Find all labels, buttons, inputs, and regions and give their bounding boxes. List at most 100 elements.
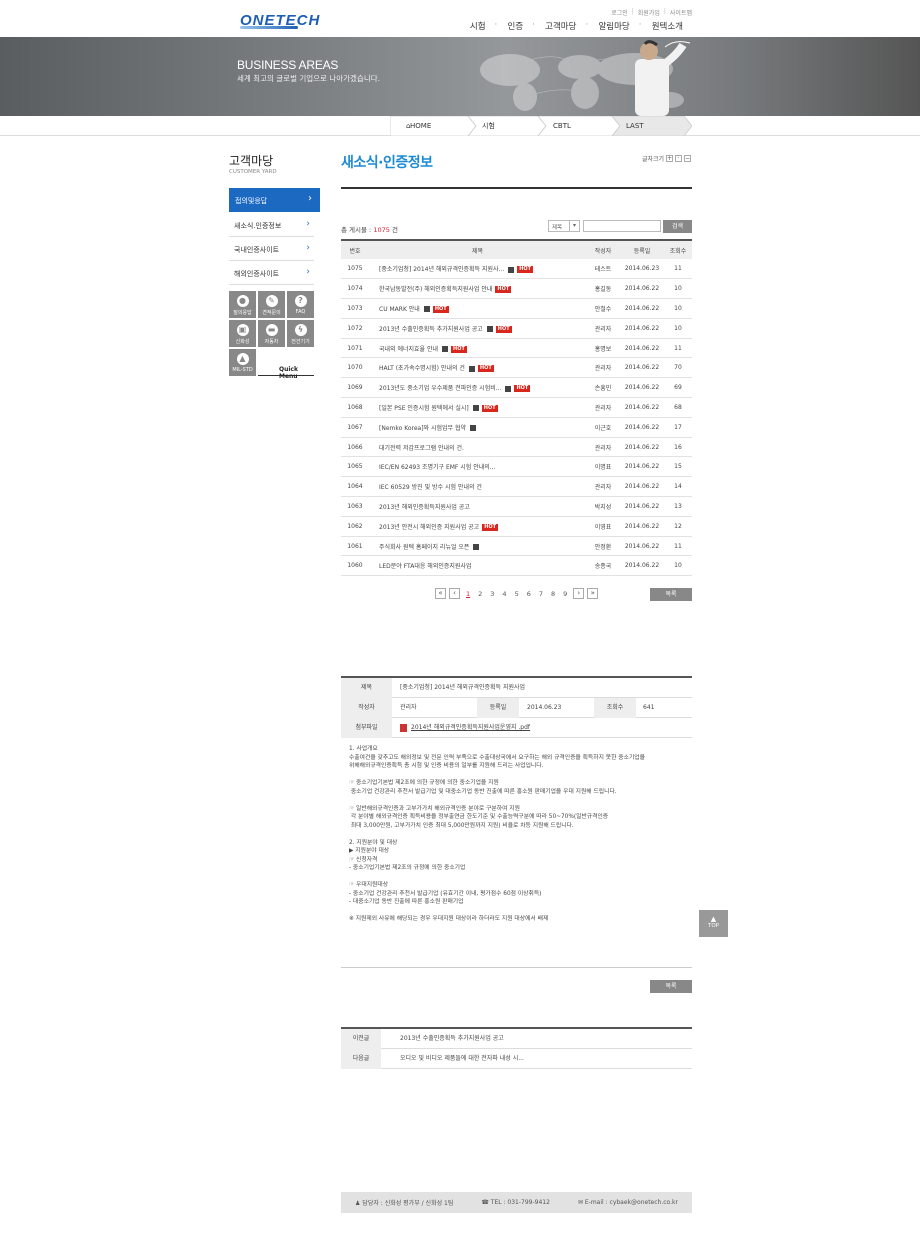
table-row[interactable]: 1068 [일본 PSE 인증시험 원텍에서 실시] HOT 관리자 2014.06.2…: [341, 397, 692, 418]
view-file-row: 첨부파일 2014년 해외규격인증획득지원사업운영지 .pdf: [341, 718, 692, 738]
row-title[interactable]: 2013년 안전시 해외인증 지원사업 공고 HOT: [369, 516, 586, 537]
quick-estimate[interactable]: ✎ 견적문의: [258, 291, 285, 318]
row-views: 68: [664, 397, 692, 418]
join-link[interactable]: 회원가입: [638, 8, 660, 17]
gnb-cert[interactable]: 인증: [495, 20, 535, 32]
row-title[interactable]: IEC 60529 방진 및 방수 시험 안내의 건: [369, 476, 586, 498]
table-row[interactable]: 1066 대기전력 저감프로그램 안내의 건. 관리자 2014.06.22 16: [341, 437, 692, 458]
sitemap-link[interactable]: 사이트맵: [670, 8, 692, 17]
edit-icon: ✎: [265, 295, 278, 307]
row-title[interactable]: 대기전력 저감프로그램 안내의 건.: [369, 437, 586, 458]
row-title[interactable]: [Nemko Korea]와 시험업무 협약: [369, 417, 586, 438]
row-title[interactable]: [중소기업청] 2014년 해외규격인증획득 지원사... HOT: [369, 259, 586, 280]
quick-mil-std[interactable]: ▲ MIL-STD: [229, 349, 256, 376]
font-decrease-button[interactable]: −: [684, 155, 692, 162]
table-row[interactable]: 1071 국내외 에너지효율 안내 HOT 홍명보 2014.06.22 11: [341, 338, 692, 359]
sidebar-item-label: 접의및응답: [235, 197, 268, 205]
first-page-button[interactable]: «: [435, 588, 446, 599]
search-type-select[interactable]: 제목 ▾: [548, 220, 580, 232]
table-row[interactable]: 1061 주식회사 원텍 홈페이지 리뉴얼 오픈 안정환 2014.06.22 11: [341, 536, 692, 557]
breadcrumb-cbtl[interactable]: CBTL: [545, 116, 571, 136]
row-title[interactable]: IEC/EN 62493 조명기구 EMF 시험 안내의...: [369, 456, 586, 478]
page-number[interactable]: 6: [524, 590, 534, 598]
row-title[interactable]: 2013년 해외인증획득지원사업 공고: [369, 496, 586, 517]
page-number[interactable]: 9: [560, 590, 570, 598]
row-title[interactable]: 국내외 에너지효율 안내 HOT: [369, 338, 586, 359]
last-page-button[interactable]: »: [587, 588, 599, 599]
font-reset-button[interactable]: ·: [675, 155, 683, 162]
next-title[interactable]: 오디오 및 비디오 제품들에 대한 전자파 내성 시...: [400, 1049, 524, 1069]
quick-reliability[interactable]: ▣ 신화성: [229, 320, 256, 347]
body-line: 위해해외규격인증획득 총 시험 및 인증 비용의 일부를 지원해 드리는 사업입…: [349, 763, 544, 769]
breadcrumb-test[interactable]: 시험: [474, 116, 495, 136]
hot-badge: HOT: [495, 325, 512, 333]
col-date: 등록일: [620, 239, 664, 259]
body-line: - 대중소기업 동반 진출에 따른 홍소원 판매기업: [349, 899, 464, 905]
page-number[interactable]: 8: [548, 590, 558, 598]
table-row[interactable]: 1060 LED분야 FTA대응 해외인증지원사업 송종국 2014.06.22 10: [341, 555, 692, 577]
table-row[interactable]: 1073 CU MARK 안내 HOT 안철수 2014.06.22 10: [341, 298, 692, 319]
row-title[interactable]: [일본 PSE 인증시험 원텍에서 실시] HOT: [369, 397, 586, 418]
table-row[interactable]: 1065 IEC/EN 62493 조명기구 EMF 시험 안내의... 이명표 20…: [341, 456, 692, 478]
page-number[interactable]: 4: [499, 590, 509, 598]
breadcrumb-last[interactable]: LAST: [618, 116, 644, 136]
file-icon: [472, 405, 479, 412]
table-row[interactable]: 1074 한국남동발전(주) 해외인증획득지원사업 안내 HOT 홍길동 2014.06…: [341, 278, 692, 300]
row-no: 1072: [341, 318, 369, 339]
gnb-customer[interactable]: 고객마당: [532, 20, 587, 32]
table-row[interactable]: 1067 [Nemko Korea]와 시험업무 협약 이근호 2014.06.22 1…: [341, 417, 692, 438]
row-author: 박지성: [586, 496, 620, 517]
table-row[interactable]: 1063 2013년 해외인증획득지원사업 공고 박지성 2014.06.22 13: [341, 496, 692, 517]
row-no: 1071: [341, 338, 369, 359]
search-button[interactable]: 검색: [663, 220, 692, 233]
chat-icon: ●: [236, 295, 249, 307]
scroll-top-button[interactable]: ▲ TOP: [699, 910, 728, 937]
quick-electric[interactable]: ϟ 전건기기: [287, 320, 314, 347]
next-page-button[interactable]: ›: [573, 588, 585, 599]
table-row[interactable]: 1069 2013년도 중소기업 우수제품 전파인증 시험비... HOT 손흥민 20…: [341, 377, 692, 399]
view-body: 1. 사업개요 수출여건을 갖추고도 해외정보 및 전문 인력 부족으로 수출대상…: [349, 745, 687, 924]
sidebar-item-overseas[interactable]: 해외인증사이트 ›: [229, 261, 314, 285]
page-number[interactable]: 7: [536, 590, 546, 598]
view-list-button[interactable]: 목록: [650, 980, 692, 993]
prev-title[interactable]: 2013년 수출인증획득 추가지원사업 공고: [400, 1029, 504, 1049]
view-date-label: 등록일: [477, 698, 519, 718]
attachment-link[interactable]: 2014년 해외규격인증획득지원사업운영지 .pdf: [400, 718, 530, 738]
row-title[interactable]: 한국남동발전(주) 해외인증획득지원사업 안내 HOT: [369, 278, 586, 300]
sidebar-item-news[interactable]: 새소식.인증정보 ›: [229, 213, 314, 237]
row-title[interactable]: HALT (초가속수명시험) 안내의 건 HOT: [369, 357, 586, 379]
page-number[interactable]: 2: [475, 590, 485, 598]
row-title[interactable]: CU MARK 안내 HOT: [369, 298, 586, 319]
breadcrumb-home[interactable]: HOME: [402, 116, 431, 136]
font-increase-button[interactable]: +: [666, 155, 674, 162]
quick-qna[interactable]: ● 질의응답: [229, 291, 256, 318]
row-title[interactable]: 주식회사 원텍 홈페이지 리뉴얼 오픈: [369, 536, 586, 557]
gnb-about[interactable]: 원텍소개: [639, 20, 694, 32]
table-row[interactable]: 1070 HALT (초가속수명시험) 안내의 건 HOT 관리자 2014.06.22…: [341, 357, 692, 379]
quick-faq[interactable]: ? FAQ: [287, 291, 314, 318]
row-title[interactable]: LED분야 FTA대응 해외인증지원사업: [369, 555, 586, 577]
prev-page-button[interactable]: ‹: [449, 588, 460, 599]
gnb-test[interactable]: 시험: [459, 20, 497, 32]
sidebar-item-domestic[interactable]: 국내인증사이트 ›: [229, 237, 314, 261]
login-link[interactable]: 로그인: [611, 8, 628, 17]
pagination: « ‹ 123456789 › »: [435, 588, 599, 599]
list-button[interactable]: 목록: [650, 588, 692, 601]
table-row[interactable]: 1075 [중소기업청] 2014년 해외규격인증획득 지원사... HOT 테스트 2…: [341, 259, 692, 280]
table-row[interactable]: 1062 2013년 안전시 해외인증 지원사업 공고 HOT 이영표 2014.06.…: [341, 516, 692, 537]
page-number[interactable]: 5: [512, 590, 522, 598]
view-meta-row: 작성자 관리자 등록일 2014.06.23 조회수 641: [341, 698, 692, 718]
prev-row[interactable]: 이전글 2013년 수출인증획득 추가지원사업 공고: [341, 1029, 692, 1049]
search-input[interactable]: [583, 220, 661, 232]
row-title[interactable]: 2013년 수출인증획득 추가지원사업 공고 HOT: [369, 318, 586, 339]
next-row[interactable]: 다음글 오디오 및 비디오 제품들에 대한 전자파 내성 시...: [341, 1049, 692, 1069]
table-row[interactable]: 1072 2013년 수출인증획득 추가지원사업 공고 HOT 관리자 2014.06.…: [341, 318, 692, 339]
page-number[interactable]: 1: [463, 590, 473, 598]
table-row[interactable]: 1064 IEC 60529 방진 및 방수 시험 안내의 건 관리자 2014.06…: [341, 476, 692, 498]
page-number[interactable]: 3: [487, 590, 497, 598]
row-title[interactable]: 2013년도 중소기업 우수제품 전파인증 시험비... HOT: [369, 377, 586, 399]
gnb-notice[interactable]: 알림마당: [585, 20, 640, 32]
quick-automotive[interactable]: ▬ 자동차: [258, 320, 285, 347]
sidebar-item-qna[interactable]: 접의및응답: [229, 188, 320, 212]
body-line: 최대 3,000만원, 고부가가치 인증 최대 5,000만원까지 지원) 비율…: [349, 822, 574, 829]
